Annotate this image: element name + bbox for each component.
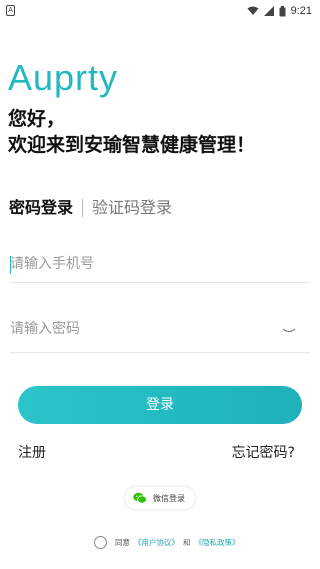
wechat-icon — [133, 492, 147, 504]
app-notification-icon: A — [6, 5, 15, 16]
user-agreement-link[interactable]: 《用户协议》 — [134, 537, 179, 548]
agreement-radio[interactable] — [94, 535, 107, 549]
wechat-login-label: 微信登录 — [153, 493, 185, 503]
privacy-policy-link[interactable]: 《隐私政策》 — [195, 537, 240, 548]
register-link[interactable]: 注册 — [18, 442, 46, 462]
agreement-prefix: 同意 — [115, 537, 130, 547]
login-button[interactable]: 登录 — [18, 386, 302, 424]
phone-field — [10, 249, 310, 283]
agreement-and: 和 — [183, 537, 191, 547]
password-field — [10, 313, 310, 353]
status-time: 9:21 — [290, 5, 312, 17]
greeting-line-1: 您好， — [8, 108, 66, 130]
status-icons: 9:21 — [247, 2, 312, 20]
greeting: 您好， 欢迎来到安瑜智慧健康管理！ — [8, 106, 320, 158]
forgot-password-link[interactable]: 忘记密码? — [232, 442, 295, 462]
text-cursor — [10, 256, 11, 274]
tab-code-login[interactable]: 验证码登录 — [92, 196, 172, 220]
notification-letter: A — [8, 6, 13, 14]
phone-input[interactable] — [10, 249, 270, 279]
battery-icon — [279, 5, 286, 16]
tab-password-login[interactable]: 密码登录 — [9, 196, 73, 220]
signal-icon — [263, 6, 274, 16]
agreement-row: 同意 《用户协议》 和 《隐私政策》 — [94, 535, 240, 549]
greeting-line-2: 欢迎来到安瑜智慧健康管理！ — [8, 134, 256, 156]
brand-logo: Auprty — [8, 57, 119, 98]
wechat-login-button[interactable]: 微信登录 — [125, 487, 195, 509]
status-bar: A 9:21 — [0, 0, 320, 22]
tab-divider — [82, 199, 83, 217]
password-input[interactable] — [10, 314, 270, 344]
eye-closed-icon[interactable] — [282, 327, 296, 335]
wifi-icon — [247, 6, 259, 15]
